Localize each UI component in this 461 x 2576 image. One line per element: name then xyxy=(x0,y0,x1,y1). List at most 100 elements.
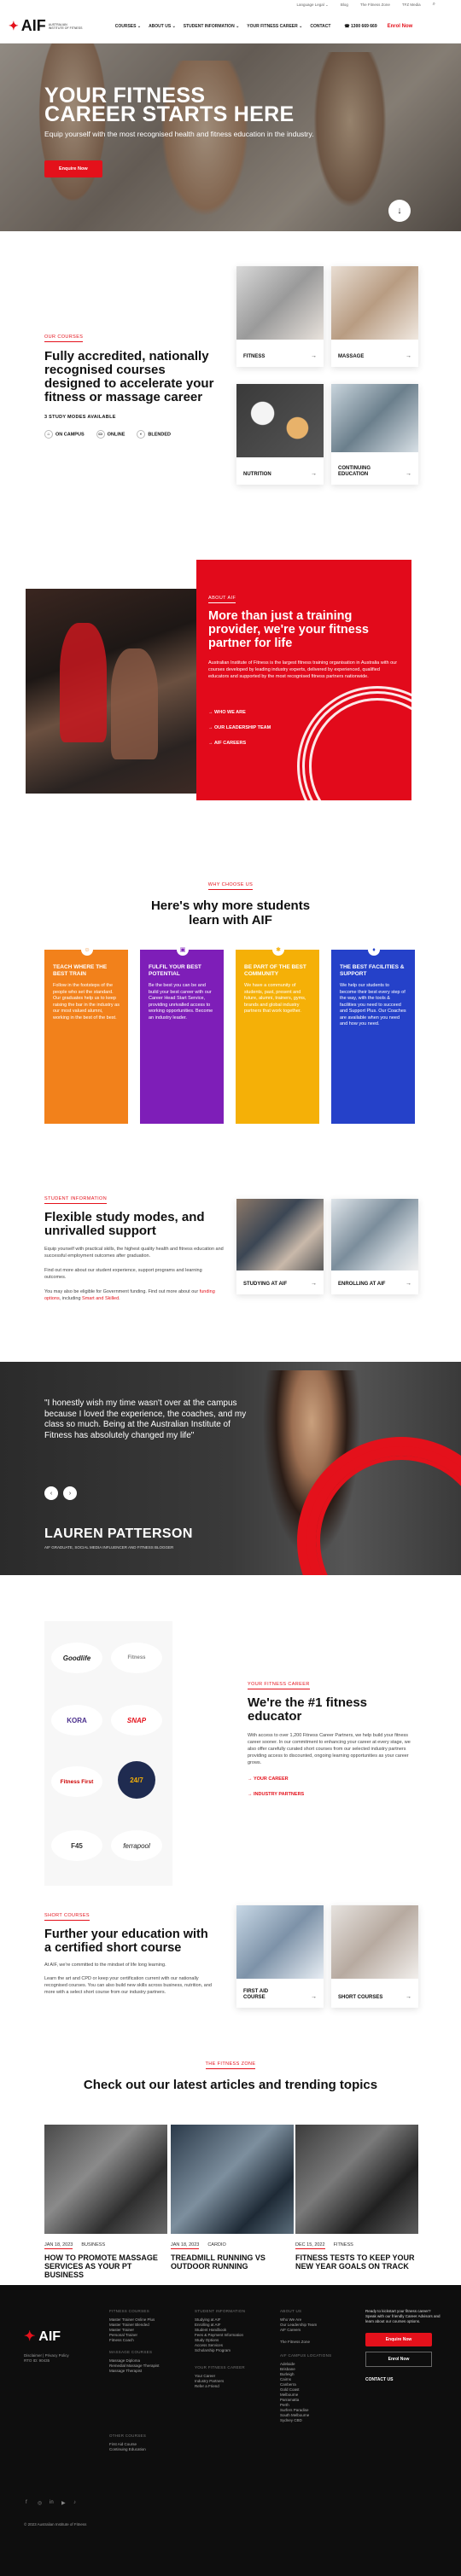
utility-link-fitness-zone[interactable]: The Fitness Zone xyxy=(360,3,390,7)
footer-link[interactable]: The Fitness Zone xyxy=(280,2340,357,2345)
youtube-icon[interactable]: ▶ xyxy=(61,2500,68,2507)
footer-legal-links[interactable]: Disclaimer | Privacy Policy RTO ID: 9043… xyxy=(24,2353,84,2364)
utility-bar: Language Legal ⌄ Blog The Fitness Zone T… xyxy=(0,0,461,9)
footer-link[interactable]: Fitness Coach xyxy=(109,2338,186,2343)
decorative-stripes xyxy=(309,698,411,800)
article-card[interactable]: JAN 18, 2023 CARDIO TREADMILL RUNNING VS … xyxy=(171,2125,294,2271)
short-paragraph: At AIF, we're committed to the mindset o… xyxy=(44,1963,166,1968)
facebook-icon[interactable]: f xyxy=(26,2500,32,2507)
footer-logo[interactable]: ✦ AIF xyxy=(24,2328,61,2345)
instagram-icon[interactable]: ◎ xyxy=(38,2500,44,2507)
utility-link-media[interactable]: TFZ Media xyxy=(402,3,421,7)
articles-title: Check out our latest articles and trendi… xyxy=(83,2078,378,2092)
about-links: WHO WE ARE OUR LEADERSHIP TEAM AIF CAREE… xyxy=(208,710,271,756)
partner-logo: 24/7 xyxy=(118,1761,155,1799)
card-label: SHORT COURSES xyxy=(338,1995,383,2000)
footer-link[interactable]: Continuing Education xyxy=(109,2447,186,2452)
course-card-continuing-education[interactable]: CONTINUING EDUCATION → xyxy=(331,384,418,485)
course-label: CONTINUING EDUCATION xyxy=(338,466,371,477)
site-footer: ✦ AIF Disclaimer | Privacy Policy RTO ID… xyxy=(0,2285,461,2576)
studying-card[interactable]: STUDYING AT AIF → xyxy=(236,1199,324,1294)
footer-link[interactable]: Massage Therapist xyxy=(109,2369,186,2374)
article-meta: DEC 15, 2022 FITNESS xyxy=(295,2242,418,2249)
flexible-funding-paragraph: You may also be eligible for Government … xyxy=(44,1289,215,1301)
course-card-nutrition[interactable]: NUTRITION → xyxy=(236,384,324,485)
article-card[interactable]: DEC 15, 2022 FITNESS FITNESS TESTS TO KEE… xyxy=(295,2125,418,2271)
first-aid-card[interactable]: FIRST AID COURSE → xyxy=(236,1905,324,2008)
course-image xyxy=(331,384,418,452)
person-icon: ☺ xyxy=(81,944,93,956)
nav-about[interactable]: ABOUT US xyxy=(149,24,176,29)
flexible-eyebrow: STUDENT INFORMATION xyxy=(44,1196,108,1204)
arrow-right-icon: → xyxy=(311,1994,317,2000)
partner-eyebrow: YOUR FITNESS CAREER xyxy=(248,1682,310,1689)
course-card-massage[interactable]: MASSAGE → xyxy=(331,266,418,367)
logo-subtitle: AUSTRALIAN INSTITUTE OF FITNESS xyxy=(48,22,83,30)
search-icon[interactable]: ⌕ xyxy=(433,2,435,8)
footer-copyright: © 2023 Australian Institute of Fitness xyxy=(24,2522,87,2527)
article-card[interactable]: JAN 18, 2023 BUSINESS HOW TO PROMOTE MASS… xyxy=(44,2125,167,2279)
partner-logo: F45 xyxy=(51,1830,102,1861)
article-title: FITNESS TESTS TO KEEP YOUR NEW YEAR GOAL… xyxy=(295,2253,415,2271)
about-link-who-we-are[interactable]: WHO WE ARE xyxy=(208,710,271,715)
course-card-fitness[interactable]: FITNESS → xyxy=(236,266,324,367)
course-label: NUTRITION xyxy=(243,472,271,477)
course-image xyxy=(236,266,324,340)
articles-heading: THE FITNESS ZONE Check out our latest ar… xyxy=(0,2054,461,2092)
utility-link-blog[interactable]: Blog xyxy=(341,3,348,7)
hero-subtitle: Equip yourself with the most recognised … xyxy=(44,130,314,138)
tiktok-icon[interactable]: ♪ xyxy=(73,2500,80,2507)
study-modes: ⌂ ON CAMPUS ▭ ONLINE ◐ BLENDED xyxy=(44,430,215,439)
logo[interactable]: ✦ AIF AUSTRALIAN INSTITUTE OF FITNESS xyxy=(9,17,83,35)
logo-mark-icon: ✦ xyxy=(9,19,19,32)
footer-link[interactable]: AIF Careers xyxy=(280,2328,357,2333)
your-career-link[interactable]: YOUR CAREER xyxy=(248,1776,418,1782)
arrow-right-icon: → xyxy=(406,1994,411,2000)
enrolling-card[interactable]: ENROLLING AT AIF → xyxy=(331,1199,418,1294)
nav-career[interactable]: YOUR FITNESS CAREER xyxy=(247,24,302,29)
why-card-title: TEACH WHERE THE BEST TRAIN xyxy=(53,964,108,977)
short-courses-card[interactable]: SHORT COURSES → xyxy=(331,1905,418,2008)
short-eyebrow: SHORT COURSES xyxy=(44,1913,90,1921)
testimonial-quote: "I honestly wish my time wasn't over at … xyxy=(44,1398,247,1440)
flexible-intro: STUDENT INFORMATION Flexible study modes… xyxy=(44,1189,224,1302)
why-card-teach: ☺ TEACH WHERE THE BEST TRAIN Follow in t… xyxy=(44,944,128,1124)
industry-partners-link[interactable]: INDUSTRY PARTNERS xyxy=(248,1792,418,1797)
hero-enquire-button[interactable]: Enquire Now xyxy=(44,160,102,177)
why-card-desc: We help our students to become their bes… xyxy=(340,983,406,1026)
why-card-title: BE PART OF THE BEST COMMUNITY xyxy=(244,964,306,977)
footer-enquire-button[interactable]: Enquire Now xyxy=(365,2333,432,2346)
linkedin-icon[interactable]: in xyxy=(50,2500,56,2507)
footer-link[interactable]: Scholarship Program xyxy=(195,2348,271,2353)
arrow-right-icon: → xyxy=(406,471,411,477)
mode-blended: ◐ BLENDED xyxy=(137,430,171,439)
smart-skilled-link[interactable]: Smart and Skilled xyxy=(82,1296,119,1301)
testimonial-role: AIF GRADUATE, SOCIAL MEDIA INFLUENCER AN… xyxy=(44,1545,174,1550)
footer-contact-link[interactable]: CONTACT US xyxy=(365,2377,442,2382)
about-link-careers[interactable]: AIF CAREERS xyxy=(208,741,271,746)
article-title: HOW TO PROMOTE MASSAGE SERVICES AS YOUR … xyxy=(44,2253,158,2279)
mode-on-campus: ⌂ ON CAMPUS xyxy=(44,430,85,439)
next-arrow-icon[interactable]: › xyxy=(63,1486,77,1500)
partner-description: With access to over 1,200 Fitness Career… xyxy=(248,1733,411,1765)
laptop-icon: ▭ xyxy=(96,430,105,439)
partner-logo: Fitness First xyxy=(51,1766,102,1797)
why-card-desc: Be the best you can be and build your be… xyxy=(149,983,213,1021)
flexible-paragraph: Equip yourself with practical skills, th… xyxy=(44,1247,224,1259)
phone-link[interactable]: ☎ 1300 669 669 xyxy=(344,24,376,29)
about-eyebrow: ABOUT AIF xyxy=(208,596,236,603)
courses-intro: OUR COURSES Fully accredited, nationally… xyxy=(44,327,215,439)
footer-enrol-button[interactable]: Enrol Now xyxy=(365,2352,432,2367)
enrol-now-link[interactable]: Enrol Now xyxy=(388,24,413,29)
nav-contact[interactable]: CONTACT xyxy=(310,24,330,29)
nav-courses[interactable]: COURSES xyxy=(115,24,141,29)
short-title: Further your education with a certified … xyxy=(44,1928,208,1955)
utility-link-language[interactable]: Language Legal ⌄ xyxy=(297,3,329,8)
scroll-down-icon[interactable]: ↓ xyxy=(388,200,411,222)
footer-link[interactable]: Sydney CBD xyxy=(280,2418,357,2423)
about-link-leadership[interactable]: OUR LEADERSHIP TEAM xyxy=(208,725,271,730)
prev-arrow-icon[interactable]: ‹ xyxy=(44,1486,58,1500)
footer-link[interactable]: Refer a Friend xyxy=(195,2384,271,2389)
nav-student-info[interactable]: STUDENT INFORMATION xyxy=(184,24,240,29)
arrow-right-icon: → xyxy=(406,353,411,359)
